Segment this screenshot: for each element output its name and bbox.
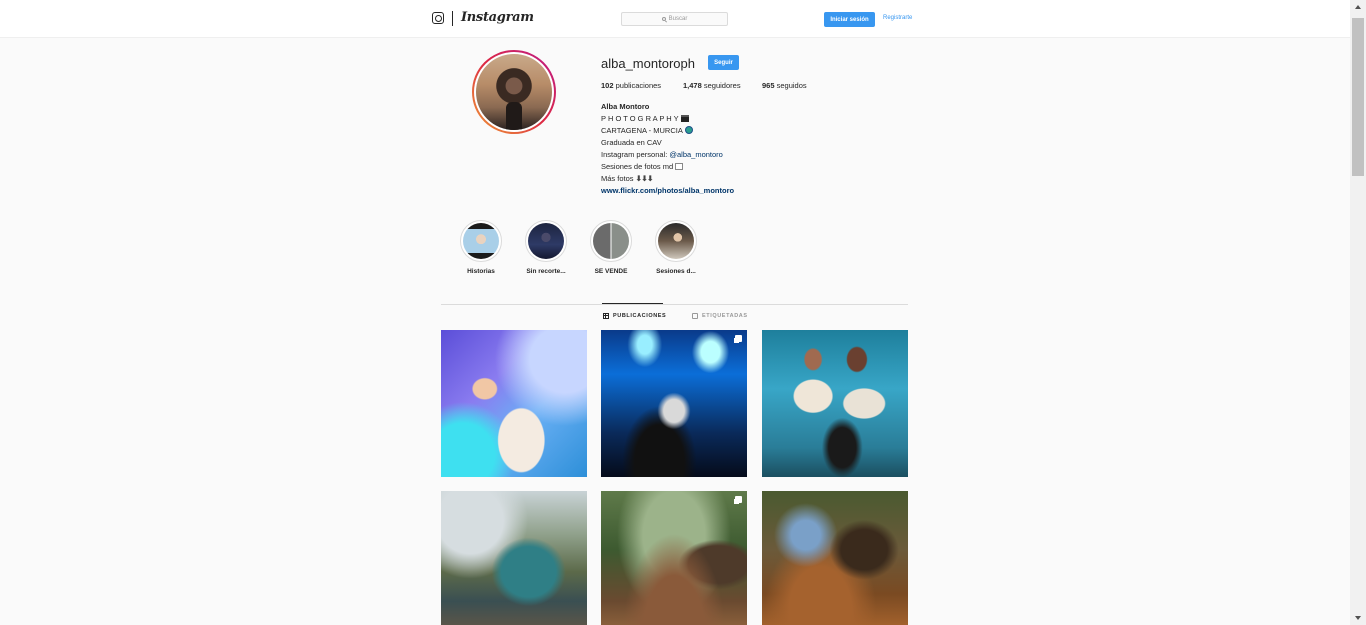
profile-avatar[interactable] bbox=[472, 50, 556, 134]
login-button[interactable]: Iniciar sesión bbox=[824, 12, 875, 27]
profile-username: alba_montoroph bbox=[601, 56, 695, 71]
highlight-label: Sin recorte... bbox=[526, 268, 566, 275]
multiple-photos-icon bbox=[735, 496, 742, 503]
bio-line: CARTAGENA - MURCIA bbox=[601, 125, 734, 137]
bio-line: P H O T O G R A P H Y bbox=[601, 113, 734, 125]
mention-link[interactable]: @alba_montoro bbox=[669, 150, 722, 159]
highlight-label: Sesiones d... bbox=[656, 268, 696, 275]
highlight-thumb bbox=[528, 223, 564, 259]
search-placeholder: Buscar bbox=[668, 16, 688, 22]
tab-tagged[interactable]: ETIQUETADAS bbox=[692, 313, 748, 319]
post-thumbnail[interactable] bbox=[601, 491, 747, 625]
bio-line: Más fotos ⬇⬇⬇ bbox=[601, 174, 654, 183]
profile-full-name: Alba Montoro bbox=[601, 102, 650, 111]
follow-button[interactable]: Seguir bbox=[708, 55, 739, 70]
post-thumbnail[interactable] bbox=[601, 330, 747, 477]
stat-followers[interactable]: 1,478 seguidores bbox=[683, 81, 741, 90]
search-input[interactable]: Buscar bbox=[621, 12, 728, 26]
search-icon bbox=[661, 17, 666, 21]
bio-line: Instagram personal: @alba_montoro bbox=[601, 150, 723, 159]
tab-posts[interactable]: PUBLICACIONES bbox=[603, 313, 666, 319]
top-nav: Instagram Buscar Iniciar sesión Registra… bbox=[0, 0, 1350, 38]
scroll-thumb[interactable] bbox=[1352, 18, 1364, 176]
avatar-image bbox=[476, 54, 552, 130]
multiple-photos-icon bbox=[735, 335, 742, 342]
active-tab-indicator bbox=[602, 303, 663, 304]
post-thumbnail[interactable] bbox=[441, 491, 587, 625]
scrollbar[interactable] bbox=[1350, 0, 1366, 625]
tabs-divider bbox=[441, 304, 908, 305]
highlight-thumb bbox=[463, 223, 499, 259]
post-thumbnail[interactable] bbox=[762, 491, 908, 625]
globe-icon bbox=[684, 126, 693, 134]
grid-icon bbox=[603, 313, 609, 319]
bio-line: Graduada en CAV bbox=[601, 138, 662, 147]
highlight-sin-recorte[interactable]: Sin recorte... bbox=[516, 220, 576, 275]
scroll-down-arrow-icon[interactable] bbox=[1355, 616, 1361, 620]
profile-bio: Alba Montoro P H O T O G R A P H Y CARTA… bbox=[601, 101, 734, 197]
highlight-label: SE VENDE bbox=[594, 268, 628, 275]
down-arrows-icon: ⬇⬇⬇ bbox=[635, 174, 654, 183]
instagram-wordmark[interactable]: Instagram bbox=[461, 10, 534, 25]
highlight-historias[interactable]: Historias bbox=[451, 220, 511, 275]
highlight-se-vende[interactable]: SE VENDE bbox=[581, 220, 641, 275]
envelope-icon bbox=[675, 163, 684, 170]
tagged-icon bbox=[692, 313, 698, 319]
post-thumbnail[interactable] bbox=[441, 330, 587, 477]
register-link[interactable]: Registrarte bbox=[883, 15, 912, 21]
nav-divider bbox=[452, 11, 453, 26]
instagram-camera-icon[interactable] bbox=[432, 12, 444, 24]
bio-line: Sesiones de fotos md bbox=[601, 161, 734, 173]
stat-following[interactable]: 965 seguidos bbox=[762, 81, 807, 90]
stat-posts: 102 publicaciones bbox=[601, 81, 662, 90]
post-thumbnail[interactable] bbox=[762, 330, 908, 477]
highlight-thumb bbox=[593, 223, 629, 259]
scroll-up-arrow-icon[interactable] bbox=[1355, 5, 1361, 9]
highlight-sesiones[interactable]: Sesiones d... bbox=[646, 220, 706, 275]
clapperboard-icon bbox=[680, 115, 689, 122]
highlight-thumb bbox=[658, 223, 694, 259]
external-link[interactable]: www.flickr.com/photos/alba_montoro bbox=[601, 185, 734, 197]
highlight-label: Historias bbox=[467, 268, 495, 275]
